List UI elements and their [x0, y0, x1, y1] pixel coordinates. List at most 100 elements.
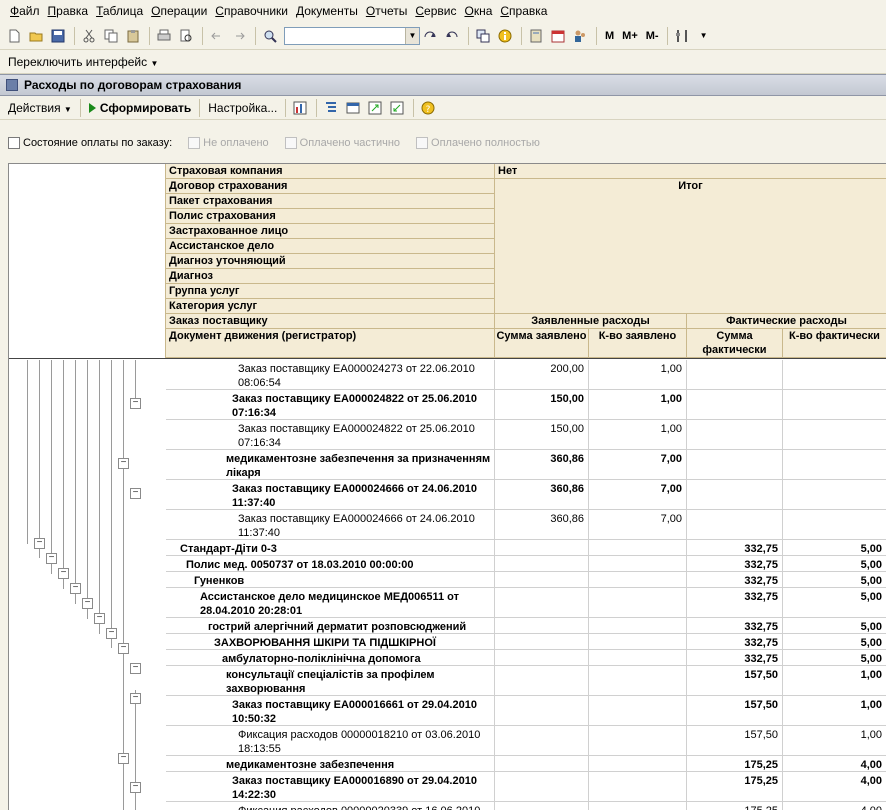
tree-collapse-button[interactable]: −	[82, 598, 93, 609]
menu-item[interactable]: Сервис	[411, 4, 460, 18]
actions-menu-label: Действия	[8, 100, 61, 115]
report-spreadsheet[interactable]: Страховая компания Договор страхования Пак…	[8, 163, 886, 810]
tree-collapse-button[interactable]: −	[130, 782, 141, 793]
calendar-icon[interactable]	[548, 26, 568, 46]
table-row[interactable]: Заказ поставщику ЕА000024822 от 25.06.20…	[166, 420, 886, 450]
tree-collapse-button[interactable]: −	[118, 753, 129, 764]
undo-icon[interactable]	[207, 26, 227, 46]
menu-item[interactable]: Отчеты	[362, 4, 412, 18]
column-group-declared: Заявленные расходы	[495, 314, 687, 329]
search-combobox[interactable]: ▼	[284, 26, 420, 45]
fully-paid-checkbox[interactable]: Оплачено полностью	[416, 137, 540, 149]
table-row[interactable]: медикаментозне забезпечення за призначен…	[166, 450, 886, 480]
redo-icon[interactable]	[229, 26, 249, 46]
table-row[interactable]: гострий алергічний дерматит розповсюджен…	[166, 618, 886, 634]
table-row[interactable]: консультації спеціалістів за профілем за…	[166, 666, 886, 696]
info-icon[interactable]	[495, 26, 515, 46]
tools-icon[interactable]	[672, 26, 692, 46]
chevron-down-icon[interactable]: ▼	[694, 26, 714, 46]
row-value-cell	[495, 618, 589, 633]
tree-collapse-button[interactable]: −	[130, 398, 141, 409]
find-next-icon[interactable]	[420, 26, 440, 46]
print-preview-icon[interactable]	[176, 26, 196, 46]
print-icon[interactable]	[154, 26, 174, 46]
checkbox-box[interactable]	[188, 137, 201, 149]
actions-menu-button[interactable]: Действия ▼	[4, 101, 76, 115]
tree-collapse-button[interactable]: −	[106, 628, 117, 639]
table-row[interactable]: Заказ поставщику ЕА000024273 от 22.06.20…	[166, 360, 886, 390]
users-icon[interactable]	[570, 26, 590, 46]
table-row[interactable]: Полис мед. 0050737 от 18.03.2010 00:00:0…	[166, 556, 886, 572]
menu-item[interactable]: Окна	[460, 4, 496, 18]
switch-interface-button[interactable]: Переключить интерфейс ▼	[8, 55, 158, 69]
menu-item[interactable]: Файл	[6, 4, 44, 18]
new-document-icon[interactable]	[4, 26, 24, 46]
table-row[interactable]: медикаментозне забезпечення 175,25 4,00	[166, 756, 886, 772]
save-icon[interactable]	[48, 26, 68, 46]
menu-item[interactable]: Справочники	[211, 4, 292, 18]
expand-icon[interactable]	[365, 98, 385, 118]
grouping-label: Диагноз	[166, 269, 495, 284]
open-folder-icon[interactable]	[26, 26, 46, 46]
tree-guide-line	[75, 360, 76, 604]
tree-collapse-button[interactable]: −	[130, 663, 141, 674]
memory-button[interactable]: M	[605, 30, 614, 42]
payment-status-checkbox[interactable]: Состояние оплаты по заказу:	[8, 137, 172, 149]
copy-icon[interactable]	[101, 26, 121, 46]
paste-icon[interactable]	[123, 26, 143, 46]
table-row[interactable]: Фиксация расходов 00000020339 от 16.06.2…	[166, 802, 886, 810]
cut-icon[interactable]	[79, 26, 99, 46]
collapse-icon[interactable]	[387, 98, 407, 118]
table-row[interactable]: Заказ поставщику ЕА000016661 от 29.04.20…	[166, 696, 886, 726]
search-input[interactable]	[285, 27, 403, 44]
search-icon[interactable]	[260, 26, 280, 46]
table-row[interactable]: амбулаторно-поліклінічна допомога 332,75 5…	[166, 650, 886, 666]
menu-item[interactable]: Правка	[44, 4, 93, 18]
menu-item[interactable]: Таблица	[92, 4, 147, 18]
checkbox-box[interactable]	[8, 137, 20, 149]
table-row[interactable]: Заказ поставщику ЕА000024666 от 24.06.20…	[166, 480, 886, 510]
checkbox-box[interactable]	[416, 137, 429, 149]
memory-plus-button[interactable]: M+	[622, 30, 638, 42]
calculator-icon[interactable]	[526, 26, 546, 46]
tree-collapse-button[interactable]: −	[118, 643, 129, 654]
help-icon[interactable]: ?	[418, 98, 438, 118]
table-row[interactable]: ЗАХВОРЮВАННЯ ШКІРИ ТА ПІДШКІРНОЇ КЛІТКОВ…	[166, 634, 886, 650]
table-row[interactable]: Фиксация расходов 00000018210 от 03.06.2…	[166, 726, 886, 756]
tree-collapse-button[interactable]: −	[94, 613, 105, 624]
not-paid-checkbox[interactable]: Не оплачено	[188, 137, 269, 149]
memory-minus-button[interactable]: M-	[646, 30, 659, 42]
toolbar-separator	[285, 98, 287, 117]
generate-report-button[interactable]: Сформировать	[85, 101, 195, 115]
row-value-cell	[589, 726, 687, 755]
tree-collapse-button[interactable]: −	[46, 553, 57, 564]
tree-collapse-button[interactable]: −	[34, 538, 45, 549]
chevron-down-icon[interactable]: ▼	[405, 27, 419, 44]
partially-paid-checkbox[interactable]: Оплачено частично	[284, 137, 400, 149]
table-row[interactable]: Гуненков 332,75 5,00	[166, 572, 886, 588]
table-view-icon[interactable]	[290, 98, 310, 118]
checkbox-box[interactable]	[284, 137, 297, 149]
row-value-cell: 332,75	[687, 650, 783, 665]
menu-item[interactable]: Справка	[496, 4, 551, 18]
table-row[interactable]: Заказ поставщику ЕА000016890 от 29.04.20…	[166, 772, 886, 802]
grouping-icon[interactable]	[321, 98, 341, 118]
tree-collapse-button[interactable]: −	[130, 693, 141, 704]
menu-item[interactable]: Операции	[147, 4, 211, 18]
find-prev-icon[interactable]	[442, 26, 462, 46]
main-toolbar: ▼ M M+ M- ▼	[0, 22, 886, 50]
tree-collapse-button[interactable]: −	[70, 583, 81, 594]
row-name-cell: Заказ поставщику ЕА000024666 от 24.06.20…	[166, 510, 495, 539]
tree-collapse-button[interactable]: −	[130, 488, 141, 499]
table-row[interactable]: Ассистанское дело медицинское МЕД006511 …	[166, 588, 886, 618]
row-name-cell: консультації спеціалістів за профілем за…	[166, 666, 495, 695]
windows-icon[interactable]	[473, 26, 493, 46]
tree-collapse-button[interactable]: −	[118, 458, 129, 469]
settings-button[interactable]: Настройка...	[204, 101, 281, 115]
tree-collapse-button[interactable]: −	[58, 568, 69, 579]
table-row[interactable]: Стандарт-Діти 0-3 332,75 5,00	[166, 540, 886, 556]
layout-icon[interactable]	[343, 98, 363, 118]
table-row[interactable]: Заказ поставщику ЕА000024822 от 25.06.20…	[166, 390, 886, 420]
menu-item[interactable]: Документы	[292, 4, 362, 18]
table-row[interactable]: Заказ поставщику ЕА000024666 от 24.06.20…	[166, 510, 886, 540]
